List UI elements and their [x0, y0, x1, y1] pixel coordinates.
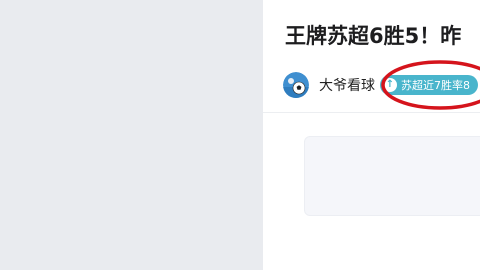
arrow-up-icon: ↑: [383, 78, 397, 92]
author-name[interactable]: 大爷看球: [319, 75, 375, 95]
article-title: 王牌苏超6胜5！昨: [285, 24, 462, 48]
left-background: [0, 0, 263, 270]
author-row: 大爷看球 ↑ 苏超近7胜率8: [283, 70, 478, 100]
stat-tag[interactable]: ↑ 苏超近7胜率8: [380, 75, 478, 95]
summary-box: [304, 136, 480, 216]
author-avatar[interactable]: [283, 72, 309, 98]
page: 王牌苏超6胜5！昨 大爷看球 ↑ 苏超近7胜率8: [0, 0, 480, 270]
article-card: 王牌苏超6胜5！昨 大爷看球 ↑ 苏超近7胜率8: [263, 0, 480, 270]
divider: [263, 112, 480, 113]
stat-tag-label: 苏超近7胜率8: [401, 79, 470, 92]
